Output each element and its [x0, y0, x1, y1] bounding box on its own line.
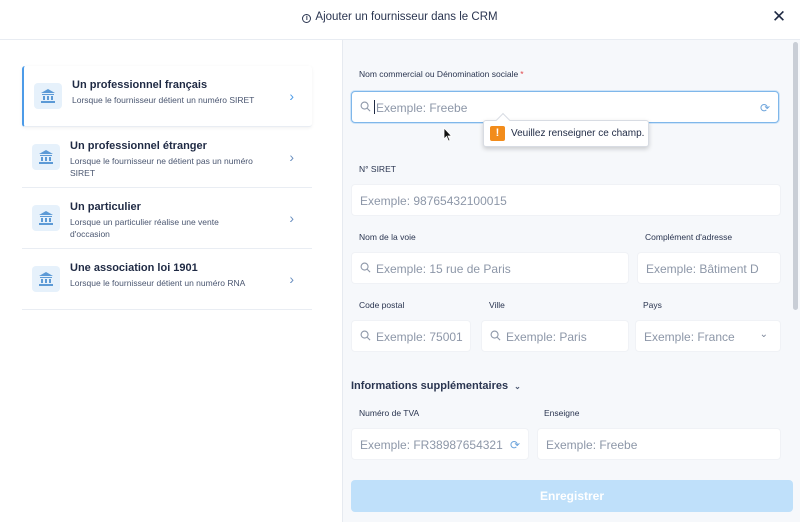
- street-input[interactable]: Exemple: 15 rue de Paris: [351, 252, 629, 284]
- close-icon[interactable]: ✕: [770, 8, 788, 26]
- chevron-down-icon: ⌄: [759, 329, 768, 340]
- search-icon: [360, 101, 371, 112]
- validation-message: Veuillez renseigner ce champ.: [511, 128, 645, 139]
- supplier-type-individual[interactable]: Un particulier Lorsque un particulier ré…: [22, 188, 312, 249]
- chevron-right-icon: ›: [289, 271, 294, 287]
- supplier-type-description: Lorsque le fournisseur détient un numéro…: [70, 278, 246, 288]
- siret-label: N° SIRET: [359, 164, 396, 174]
- save-button[interactable]: Enregistrer: [351, 480, 793, 512]
- bank-icon: [32, 266, 60, 292]
- supplier-type-panel: Un professionnel français Lorsque le fou…: [0, 40, 342, 522]
- vat-label: Numéro de TVA: [359, 408, 420, 418]
- supplier-form: Nom commercial ou Dénomination sociale * …: [342, 40, 800, 522]
- country-select[interactable]: Exemple: France ⌄: [635, 320, 781, 352]
- address-complement-label: Complément d'adresse: [645, 232, 733, 242]
- extra-info-title: Informations supplémentaires: [351, 380, 509, 392]
- siret-placeholder: Exemple: 98765432100015: [360, 194, 507, 208]
- search-icon: [360, 262, 371, 273]
- extra-info-toggle[interactable]: Informations supplémentaires ⌄: [351, 380, 521, 392]
- mouse-cursor-icon: [443, 127, 453, 142]
- bank-icon: [32, 205, 60, 231]
- search-icon: [360, 330, 371, 341]
- supplier-type-title: Un professionnel français: [72, 79, 208, 91]
- info-icon: i: [302, 14, 312, 23]
- city-label: Ville: [489, 300, 505, 310]
- refresh-icon[interactable]: ⟳: [510, 438, 520, 452]
- address-complement-placeholder: Exemple: Bâtiment D: [646, 262, 759, 276]
- scrollbar[interactable]: [793, 42, 798, 310]
- country-label: Pays: [643, 300, 662, 310]
- vat-placeholder: Exemple: FR38987654321: [360, 438, 503, 452]
- supplier-type-description: Lorsque un particulier réalise une vente…: [70, 217, 219, 239]
- postal-code-placeholder: Exemple: 75001: [376, 330, 463, 344]
- supplier-type-title: Une association loi 1901: [70, 262, 198, 274]
- supplier-type-list: Un professionnel français Lorsque le fou…: [22, 66, 312, 310]
- search-icon: [490, 330, 501, 341]
- city-placeholder: Exemple: Paris: [506, 330, 587, 344]
- company-name-placeholder: Exemple: Freebe: [376, 101, 468, 115]
- bank-icon: [34, 83, 62, 109]
- required-mark: *: [520, 69, 524, 79]
- postal-code-label: Code postal: [359, 300, 405, 310]
- company-name-input[interactable]: Exemple: Freebe ⟳: [351, 91, 779, 123]
- chevron-down-icon: ⌄: [514, 382, 521, 391]
- siret-input[interactable]: Exemple: 98765432100015: [351, 184, 781, 216]
- modal-header: i Ajouter un fournisseur dans le CRM ✕: [0, 0, 800, 40]
- chevron-right-icon: ›: [289, 149, 294, 165]
- modal-title-text: Ajouter un fournisseur dans le CRM: [315, 11, 498, 23]
- validation-tooltip: ! Veuillez renseigner ce champ.: [483, 112, 649, 147]
- supplier-type-title: Un particulier: [70, 201, 141, 213]
- supplier-type-title: Un professionnel étranger: [70, 140, 207, 152]
- country-placeholder: Exemple: France: [644, 330, 735, 344]
- supplier-type-foreign-professional[interactable]: Un professionnel étranger Lorsque le fou…: [22, 127, 312, 188]
- supplier-type-association[interactable]: Une association loi 1901 Lorsque le four…: [22, 249, 312, 310]
- street-placeholder: Exemple: 15 rue de Paris: [376, 262, 511, 276]
- brand-input[interactable]: Exemple: Freebe: [537, 428, 781, 460]
- supplier-type-description: Lorsque le fournisseur détient un numéro…: [72, 95, 255, 105]
- brand-placeholder: Exemple: Freebe: [546, 438, 638, 452]
- city-input[interactable]: Exemple: Paris: [481, 320, 629, 352]
- street-label: Nom de la voie: [359, 232, 416, 242]
- company-name-label: Nom commercial ou Dénomination sociale *: [359, 69, 524, 79]
- bank-icon: [32, 144, 60, 170]
- supplier-type-description: Lorsque le fournisseur ne détient pas un…: [70, 156, 253, 178]
- address-complement-input[interactable]: Exemple: Bâtiment D: [637, 252, 781, 284]
- chevron-right-icon: ›: [289, 210, 294, 226]
- refresh-icon[interactable]: ⟳: [760, 101, 770, 115]
- warning-icon: !: [490, 126, 505, 141]
- text-cursor: [374, 100, 375, 114]
- vat-input[interactable]: Exemple: FR38987654321 ⟳: [351, 428, 529, 460]
- supplier-type-french-professional[interactable]: Un professionnel français Lorsque le fou…: [22, 66, 312, 127]
- postal-code-input[interactable]: Exemple: 75001: [351, 320, 471, 352]
- chevron-right-icon: ›: [289, 88, 294, 104]
- modal-title: i Ajouter un fournisseur dans le CRM: [0, 11, 800, 23]
- brand-label: Enseigne: [544, 408, 580, 418]
